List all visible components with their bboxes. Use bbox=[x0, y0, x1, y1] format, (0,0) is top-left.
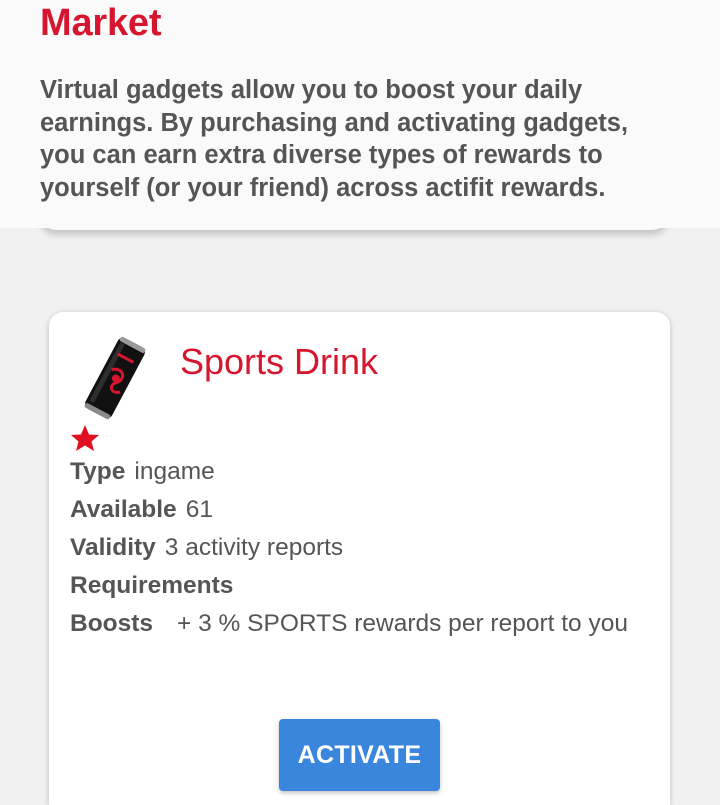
validity-label: Validity bbox=[70, 534, 156, 561]
boosts-row: Boosts bbox=[70, 607, 153, 641]
page-title: Market bbox=[40, 2, 162, 44]
type-label: Type bbox=[70, 458, 126, 485]
validity-value: 3 activity reports bbox=[164, 534, 344, 561]
type-value: ingame bbox=[134, 458, 215, 485]
available-row: Available 61 bbox=[70, 493, 213, 527]
activate-button[interactable]: ACTIVATE bbox=[279, 719, 440, 791]
boosts-label: Boosts bbox=[70, 610, 154, 637]
market-description: Virtual gadgets allow you to boost your … bbox=[40, 76, 629, 202]
validity-row: Validity 3 activity reports bbox=[70, 531, 343, 565]
intro-panel: Market Virtual gadgets allow you to boos… bbox=[0, 0, 720, 228]
gadget-name: Sports Drink bbox=[180, 341, 379, 382]
requirements-label: Requirements bbox=[70, 572, 234, 599]
market-page: Market Virtual gadgets allow you to boos… bbox=[0, 0, 720, 805]
type-row: Type ingame bbox=[70, 455, 215, 489]
energy-drink-can-icon bbox=[84, 336, 146, 420]
star-icon bbox=[71, 425, 99, 451]
available-label: Available bbox=[70, 496, 177, 523]
requirements-row: Requirements bbox=[70, 569, 233, 603]
boosts-value: + 3 % SPORTS rewards per report to you bbox=[177, 610, 628, 637]
available-value: 61 bbox=[185, 496, 213, 523]
